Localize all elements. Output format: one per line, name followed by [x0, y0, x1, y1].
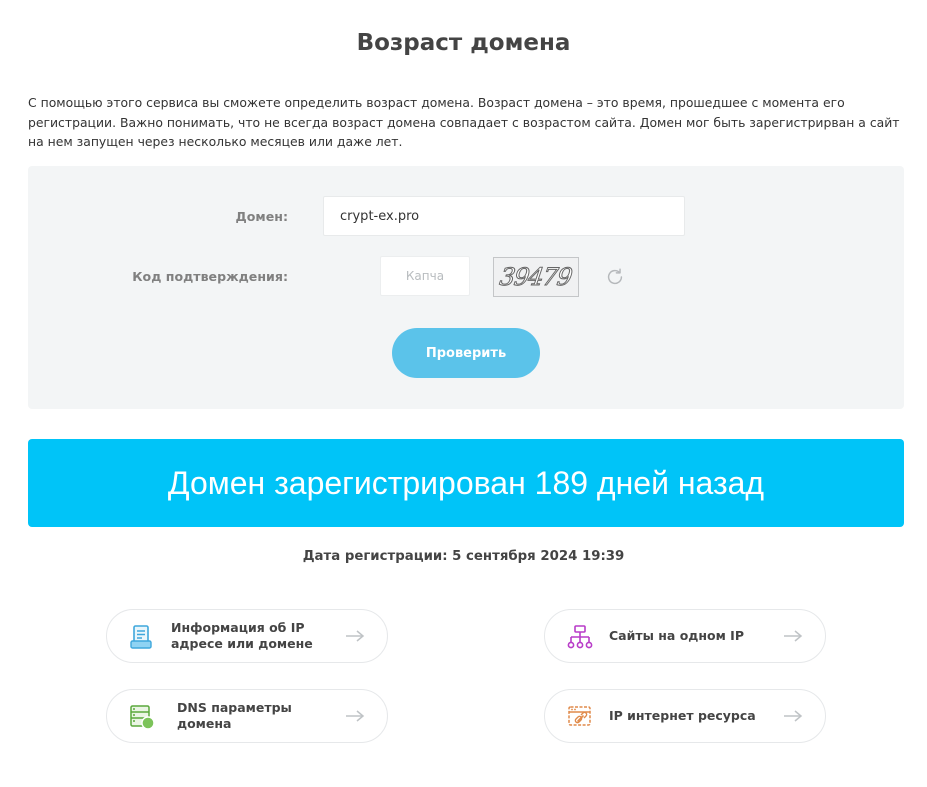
check-form: Домен: Код подтверждения: 39479 Проверит…	[28, 166, 904, 409]
tool-label: Информация об IP адресе или домене	[171, 620, 313, 651]
server-status-icon	[130, 705, 155, 730]
page-title: Возраст домена	[356, 30, 571, 56]
tool-link-resource-ip[interactable]: IP интернет ресурса	[544, 689, 826, 743]
arrow-right-icon	[346, 630, 365, 642]
tool-label: DNS параметры домена	[177, 700, 292, 731]
intro-text: С помощью этого сервиса вы сможете опред…	[28, 95, 900, 149]
arrow-right-icon	[346, 710, 365, 722]
captcha-image: 39479	[493, 257, 579, 297]
tool-link-same-ip[interactable]: Сайты на одном IP	[544, 609, 826, 663]
browser-link-icon	[568, 706, 591, 726]
captcha-label: Код подтверждения:	[132, 269, 288, 284]
registration-date: Дата регистрации: 5 сентября 2024 19:39	[302, 549, 625, 564]
domain-input[interactable]	[323, 196, 685, 236]
captcha-code: 39479	[498, 263, 574, 292]
tool-label: IP интернет ресурса	[609, 708, 756, 723]
tool-label: Сайты на одном IP	[609, 628, 744, 643]
result-banner: Домен зарегистрирован 189 дней назад	[28, 439, 904, 527]
tool-link-dns[interactable]: DNS параметры домена	[106, 689, 388, 743]
page: Возраст домена С помощью этого сервиса в…	[0, 0, 927, 787]
arrow-right-icon	[784, 630, 803, 642]
domain-label: Домен:	[235, 209, 288, 224]
network-tree-icon	[567, 625, 593, 649]
tool-link-ip-info[interactable]: Информация об IP адресе или домене	[106, 609, 388, 663]
refresh-icon[interactable]	[604, 266, 626, 288]
check-button[interactable]: Проверить	[392, 328, 540, 378]
arrow-right-icon	[784, 710, 803, 722]
document-list-icon	[130, 625, 152, 649]
captcha-input[interactable]	[380, 256, 470, 296]
